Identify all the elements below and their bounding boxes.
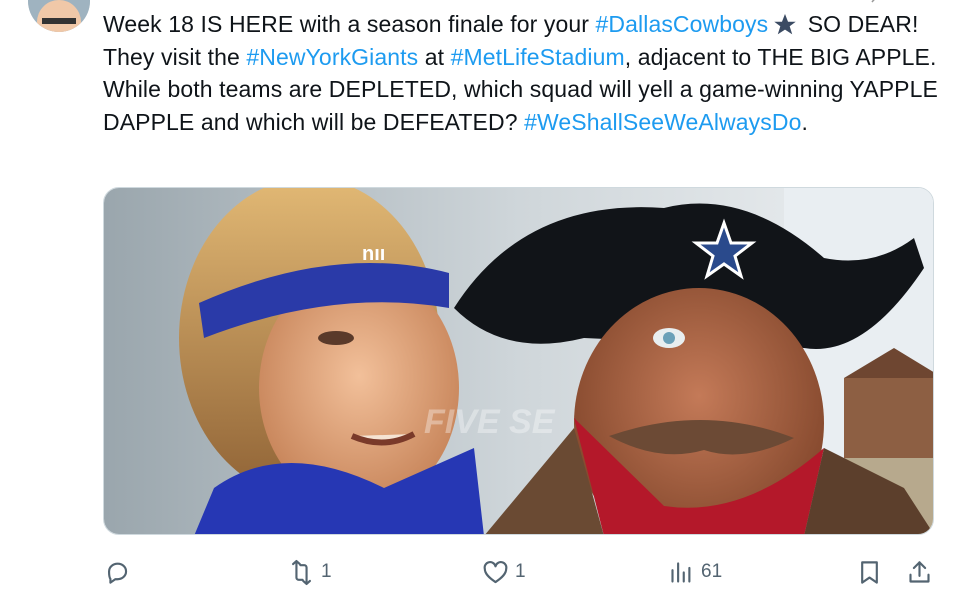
share-button[interactable] [906,552,933,592]
bookmark-button[interactable] [856,552,883,592]
views-count: 61 [701,561,723,582]
like-button[interactable]: 1 [482,552,526,592]
reply-button[interactable] [104,552,137,592]
like-count: 1 [515,561,526,582]
tweet-text: Week 18 IS HERE with a season finale for… [103,8,943,138]
reply-icon [107,562,128,584]
decorative-mark [871,0,875,3]
image-watermark: FIVE SE [424,403,556,441]
action-bar: 1 1 61 [0,552,960,592]
tweet-text-segment: at [418,43,451,70]
avatar[interactable] [28,0,90,32]
retweet-icon [291,559,312,585]
avatar-image [28,0,90,32]
retweet-count: 1 [321,561,332,582]
tweet-text-segment: . [801,108,808,135]
hashtag-link[interactable]: #DallasCowboys [596,11,769,37]
hashtag-link[interactable]: #MetLifeStadium [451,44,625,70]
heart-icon [483,560,508,583]
bookmark-icon [861,560,878,584]
views-button[interactable]: 61 [668,552,722,592]
blue-star-emoji [770,11,801,37]
share-icon [909,560,930,583]
retweet-button[interactable]: 1 [288,552,332,592]
headband-logo: nıı [362,243,385,265]
views-icon [671,561,691,583]
hashtag-link[interactable]: #WeShallSeeWeAlwaysDo [524,109,801,135]
tweet-image-graphic: nıı FIVE SE [104,188,933,534]
hashtag-link[interactable]: #NewYorkGiants [246,44,418,70]
tweet-image[interactable]: nıı FIVE SE [103,187,934,535]
tweet-text-segment: Week 18 IS HERE with a season finale for… [103,11,596,37]
